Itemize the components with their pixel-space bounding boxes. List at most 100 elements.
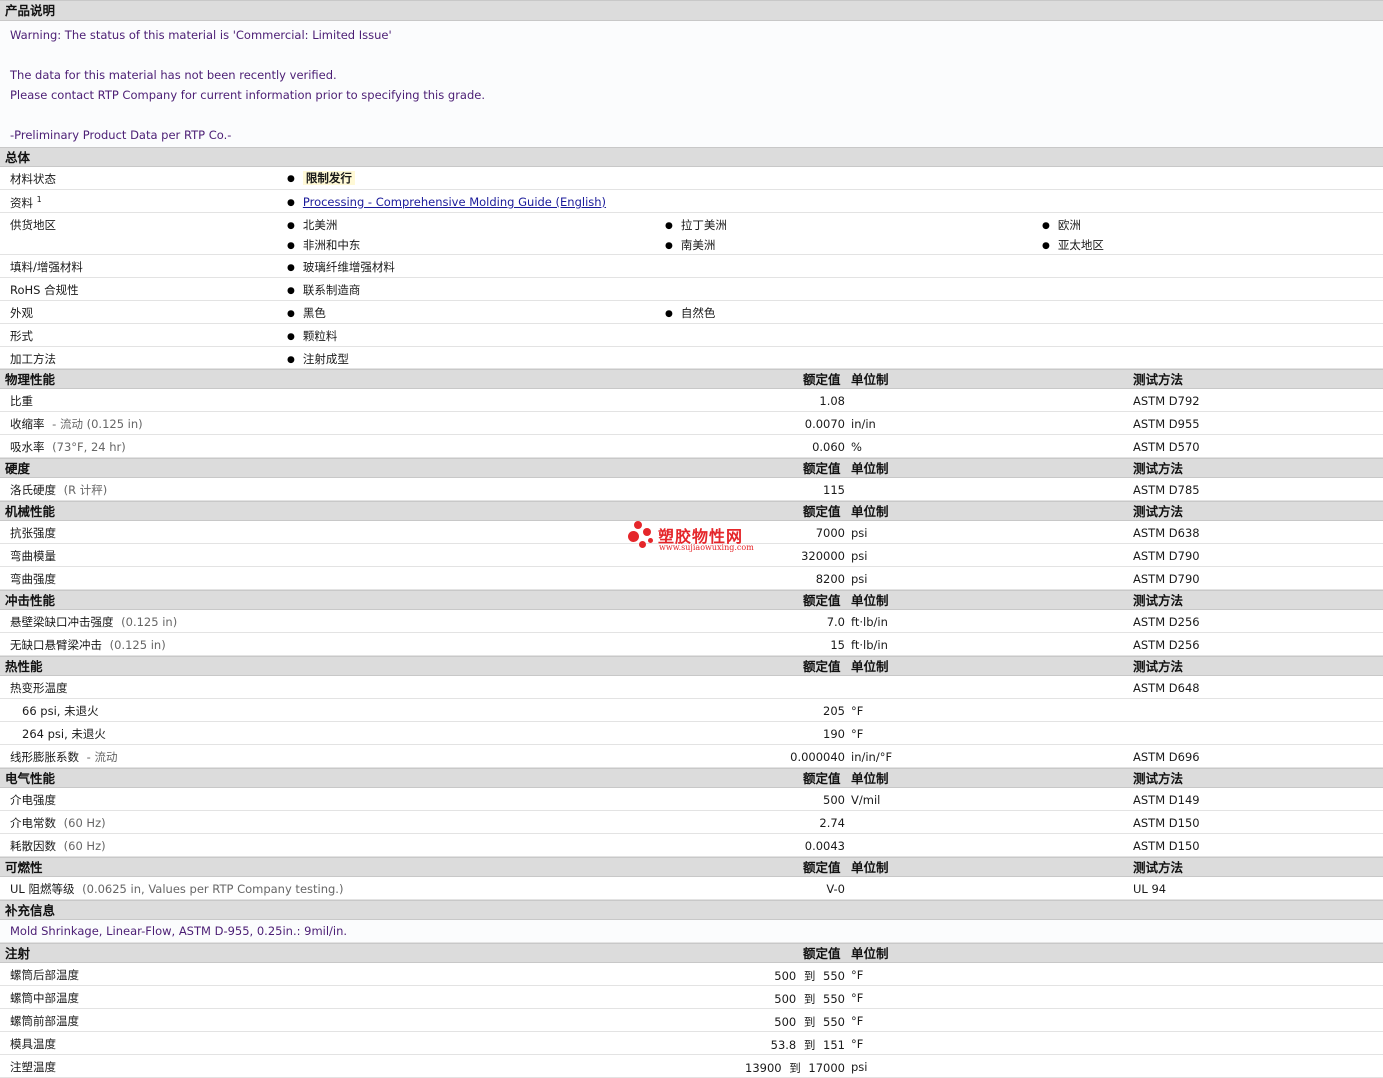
test-method: ASTM D696 <box>1133 750 1200 764</box>
property-value: 7.0 <box>826 615 845 629</box>
property-row: UL 阻燃等级 (0.0625 in, Values per RTP Compa… <box>0 877 1383 900</box>
look-text: 自然色 <box>680 306 716 320</box>
property-label: 洛氏硬度 <box>10 483 56 497</box>
section-title: 可燃性 <box>5 860 43 875</box>
property-unit: in/in/°F <box>851 750 893 764</box>
footnote-marker: 1 <box>36 195 42 205</box>
look-value: 黑色 <box>287 305 326 321</box>
look-text: 黑色 <box>302 306 326 320</box>
property-condition: (0.0625 in, Values per RTP Company testi… <box>82 882 344 896</box>
filler-text: 玻璃纤维增强材料 <box>302 260 395 274</box>
section-header-general: 总体 <box>0 147 1383 167</box>
test-method: ASTM D149 <box>1133 793 1200 807</box>
region-item: 欧洲 <box>1042 217 1081 233</box>
section-header-electrical: 电气性能 额定值 单位制 测试方法 <box>0 768 1383 788</box>
col-unit-header: 单位制 <box>851 372 889 387</box>
section-title: 冲击性能 <box>5 593 56 608</box>
property-unit: V/mil <box>851 793 881 807</box>
property-value: 205 <box>823 704 845 718</box>
region-name: 亚太地区 <box>1057 238 1104 252</box>
property-label: 弯曲强度 <box>10 572 56 586</box>
molding-guide-link[interactable]: Processing - Comprehensive Molding Guide… <box>303 195 606 209</box>
property-unit: psi <box>851 572 868 586</box>
col-unit-header: 单位制 <box>851 593 889 608</box>
col-method-header: 测试方法 <box>1133 593 1184 608</box>
status-badge: 限制发行 <box>302 171 355 185</box>
property-value: 500 <box>823 793 845 807</box>
desc-line <box>10 105 1373 125</box>
property-condition: (R 计秤) <box>63 483 108 497</box>
range-to-word: 到 <box>789 1061 801 1075</box>
general-form-row: 形式 颗粒料 <box>0 324 1383 347</box>
test-method: ASTM D955 <box>1133 417 1200 431</box>
range-to: 550 <box>823 1015 845 1029</box>
row-label: 外观 <box>10 306 33 320</box>
row-label: 供货地区 <box>10 218 56 232</box>
form-text: 颗粒料 <box>302 329 338 343</box>
property-condition: - 流动 (0.125 in) <box>52 417 143 431</box>
test-method: ASTM D790 <box>1133 549 1200 563</box>
range-from: 53.8 <box>770 1038 797 1052</box>
property-value: 320000 <box>801 549 845 563</box>
property-unit: psi <box>851 549 868 563</box>
property-value: 190 <box>823 727 845 741</box>
property-label: 悬壁梁缺口冲击强度 <box>10 615 114 629</box>
general-process-row: 加工方法 注射成型 <box>0 347 1383 369</box>
property-label: 线形膨胀系数 <box>10 750 79 764</box>
property-unit: ft·lb/in <box>851 638 888 652</box>
injection-row: 模具温度 53.8 到 151 °F <box>0 1032 1383 1055</box>
test-method: ASTM D792 <box>1133 394 1200 408</box>
test-method: ASTM D256 <box>1133 638 1200 652</box>
row-label: RoHS 合规性 <box>10 283 79 297</box>
range-to-word: 到 <box>803 969 816 983</box>
range-to-word: 到 <box>803 1015 816 1029</box>
test-method: ASTM D790 <box>1133 572 1200 586</box>
col-method-header: 测试方法 <box>1133 504 1184 519</box>
col-method-header: 测试方法 <box>1133 771 1184 786</box>
col-value-header: 额定值 <box>803 461 841 476</box>
property-row: 热变形温度 ASTM D648 <box>0 676 1383 699</box>
property-row: 弯曲强度 8200 psi ASTM D790 <box>0 567 1383 590</box>
section-title: 产品说明 <box>5 3 56 18</box>
property-value: 15 <box>830 638 845 652</box>
range-to: 550 <box>823 992 845 1006</box>
property-condition: (60 Hz) <box>63 816 106 830</box>
property-unit: °F <box>851 968 864 982</box>
test-method: ASTM D150 <box>1133 839 1200 853</box>
row-label: 材料状态 <box>10 172 56 186</box>
doc-item: Processing - Comprehensive Molding Guide… <box>287 195 606 209</box>
property-condition: (73°F, 24 hr) <box>52 440 126 454</box>
property-unit: in/in <box>851 417 876 431</box>
region-item: 拉丁美洲 <box>665 217 727 233</box>
property-row: 线形膨胀系数 - 流动 0.000040 in/in/°F ASTM D696 <box>0 745 1383 768</box>
supplement-text: Mold Shrinkage, Linear-Flow, ASTM D-955,… <box>10 924 348 938</box>
range-from: 500 <box>774 969 797 983</box>
injection-row: 螺筒前部温度 500 到 550 °F <box>0 1009 1383 1032</box>
section-header-injection: 注射 额定值 单位制 <box>0 943 1383 963</box>
region-name: 拉丁美洲 <box>680 218 727 232</box>
desc-line <box>10 45 1373 65</box>
property-value: 1.08 <box>819 394 845 408</box>
process-value: 注射成型 <box>287 351 349 367</box>
col-unit-header: 单位制 <box>851 461 889 476</box>
property-value: V-0 <box>826 882 845 896</box>
section-title: 电气性能 <box>5 771 56 786</box>
property-condition: (0.125 in) <box>121 615 178 629</box>
supplement-row: Mold Shrinkage, Linear-Flow, ASTM D-955,… <box>0 920 1383 943</box>
col-method-header: 测试方法 <box>1133 659 1184 674</box>
property-label: 收缩率 <box>10 417 45 431</box>
general-rohs-row: RoHS 合规性 联系制造商 <box>0 278 1383 301</box>
desc-line: Warning: The status of this material is … <box>10 28 392 42</box>
region-name: 南美洲 <box>680 238 716 252</box>
property-label: 模具温度 <box>10 1037 56 1051</box>
property-condition: (60 Hz) <box>63 839 106 853</box>
region-name: 北美洲 <box>302 218 338 232</box>
property-label: 弯曲模量 <box>10 549 56 563</box>
property-sections: 物理性能 额定值 单位制 测试方法 比重 1.08 ASTM D792 收缩率 - 流动 (… <box>0 369 1383 1078</box>
col-unit-header: 单位制 <box>851 860 889 875</box>
range-from: 13900 <box>745 1061 782 1075</box>
property-label: 264 psi, 未退火 <box>22 727 106 741</box>
property-value: 0.060 <box>812 440 845 454</box>
row-label: 资料 <box>10 196 33 210</box>
col-method-header: 测试方法 <box>1133 372 1184 387</box>
